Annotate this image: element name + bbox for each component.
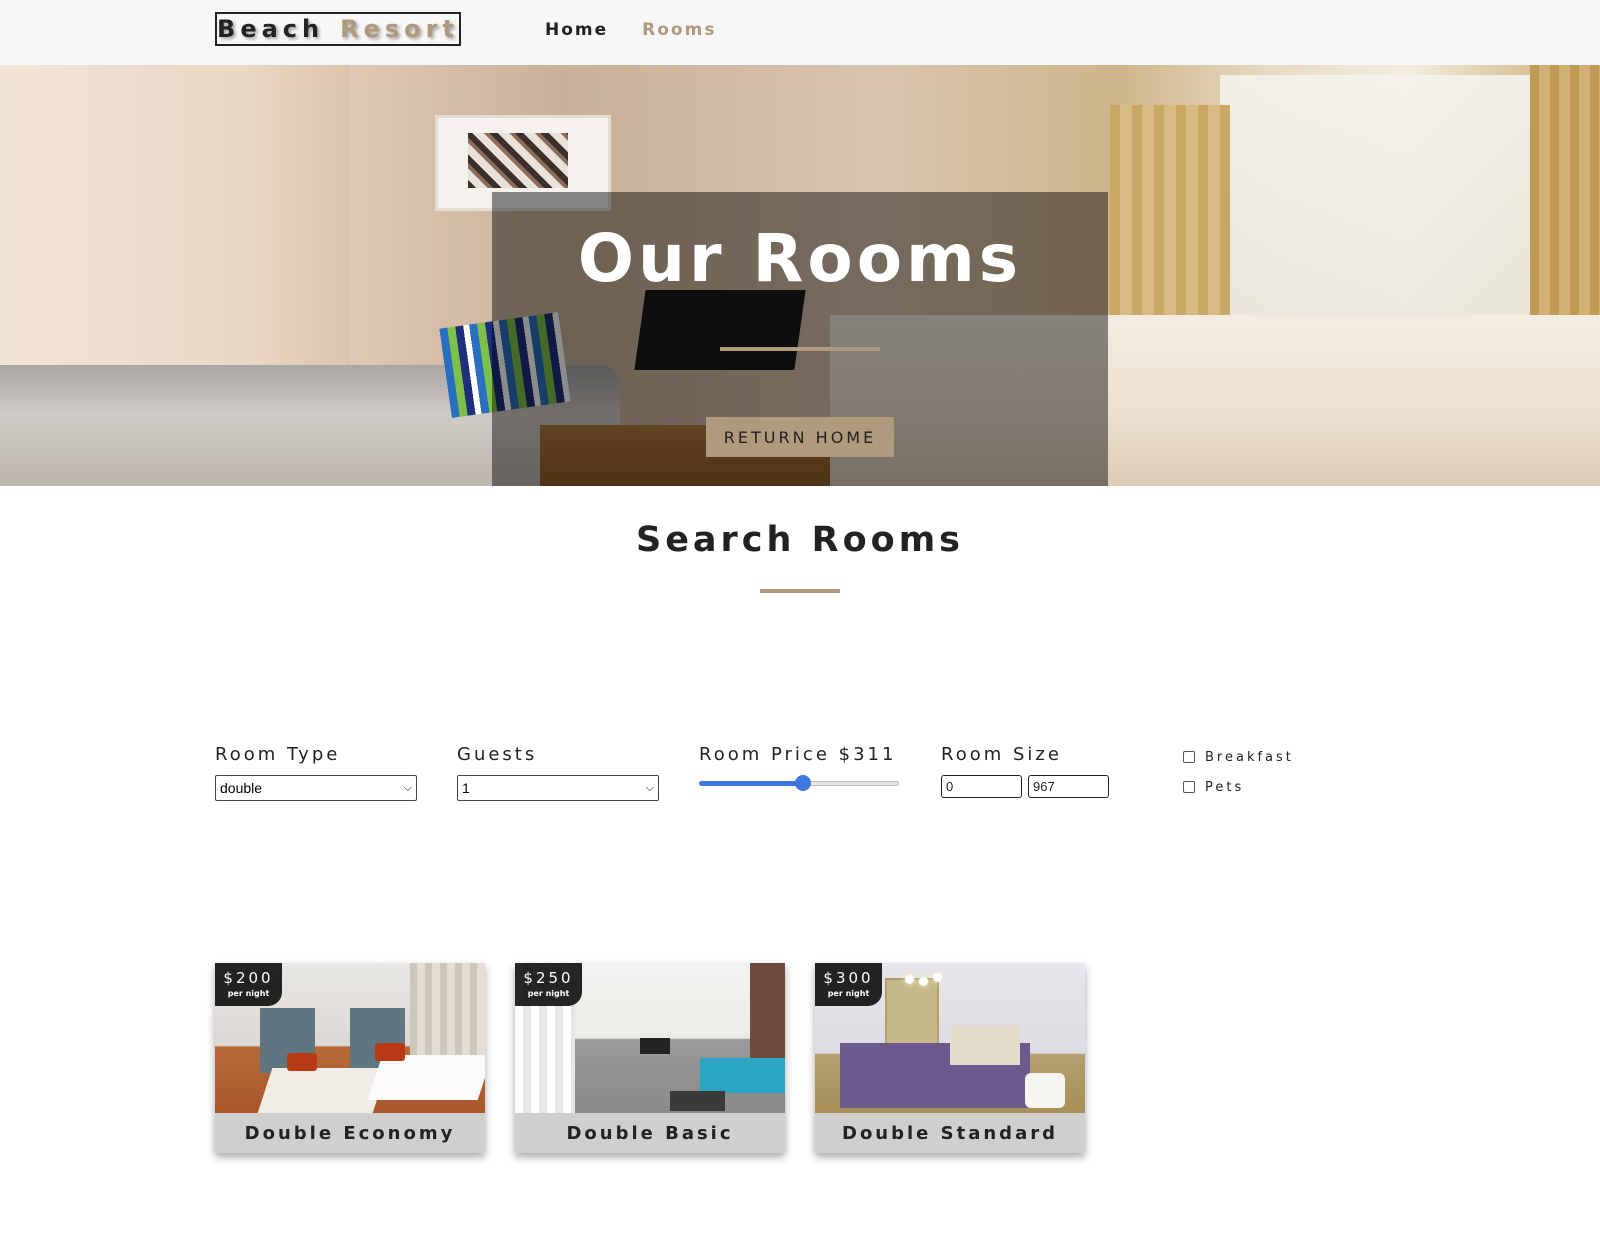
room-size-inputs: 0 967 <box>941 775 1109 798</box>
room-size-min-input[interactable]: 0 <box>941 775 1022 798</box>
hero-title: Our Rooms <box>577 220 1023 297</box>
return-home-label: return home <box>723 427 877 447</box>
slider-thumb[interactable] <box>795 775 811 791</box>
room-type-label: Room Type <box>215 744 341 765</box>
filter-room-size: Room Size 0 967 <box>941 744 1109 798</box>
room-card[interactable]: $200 per night Double Economy <box>215 963 485 1153</box>
search-rooms-title: Search Rooms <box>635 520 965 560</box>
hero-section: Our Rooms return home <box>0 65 1600 486</box>
chevron-down-icon: ⌵ <box>403 781 412 794</box>
breakfast-label: Breakfast <box>1205 749 1294 765</box>
hero-title-underline <box>720 347 880 351</box>
search-title-underline <box>760 589 840 593</box>
guests-select[interactable]: 1 ⌵ <box>457 775 659 801</box>
pets-label: Pets <box>1205 779 1245 795</box>
room-price: $300 <box>823 969 874 987</box>
navbar: Beach Resort Home Rooms <box>0 0 1600 65</box>
pets-checkbox-row[interactable]: Pets <box>1183 778 1294 796</box>
price-badge: $300 per night <box>815 963 882 1006</box>
nav-links: Home Rooms <box>545 20 716 40</box>
room-price: $200 <box>223 969 274 987</box>
room-size-label: Room Size <box>941 744 1062 765</box>
room-name: Double Basic <box>515 1113 785 1153</box>
logo-word-resort: Resort <box>340 15 459 43</box>
logo[interactable]: Beach Resort <box>215 12 461 46</box>
breakfast-checkbox[interactable] <box>1183 751 1195 763</box>
room-price: $250 <box>523 969 574 987</box>
chevron-down-icon: ⌵ <box>645 781 654 794</box>
price-badge: $250 per night <box>515 963 582 1006</box>
return-home-button[interactable]: return home <box>706 417 894 457</box>
room-card[interactable]: $300 per night Double Standard <box>815 963 1085 1153</box>
filter-room-type: Room Type double ⌵ <box>215 744 417 801</box>
filter-room-price: Room Price $311 <box>699 744 899 791</box>
filter-guests: Guests 1 ⌵ <box>457 744 659 801</box>
guests-label: Guests <box>457 744 538 765</box>
room-name: Double Economy <box>215 1113 485 1153</box>
per-night-label: per night <box>827 989 870 998</box>
breakfast-checkbox-row[interactable]: Breakfast <box>1183 748 1294 766</box>
room-price-slider[interactable] <box>699 775 899 791</box>
guests-value: 1 <box>462 780 470 796</box>
slider-fill <box>699 781 803 786</box>
room-card[interactable]: $250 per night Double Basic <box>515 963 785 1153</box>
room-image[interactable]: $300 per night <box>815 963 1085 1113</box>
logo-word-beach: Beach <box>217 15 325 43</box>
room-type-select[interactable]: double ⌵ <box>215 775 417 801</box>
nav-link-rooms[interactable]: Rooms <box>642 20 716 40</box>
room-type-value: double <box>220 780 263 796</box>
room-price-label: Room Price $311 <box>699 744 897 765</box>
rooms-list: $200 per night Double Economy $250 per n… <box>215 963 1085 1153</box>
room-size-max-input[interactable]: 967 <box>1028 775 1109 798</box>
room-name: Double Standard <box>815 1113 1085 1153</box>
room-image[interactable]: $200 per night <box>215 963 485 1113</box>
room-image[interactable]: $250 per night <box>515 963 785 1113</box>
pets-checkbox[interactable] <box>1183 781 1195 793</box>
per-night-label: per night <box>527 989 570 998</box>
hero-banner: Our Rooms return home <box>492 192 1108 486</box>
per-night-label: per night <box>227 989 270 998</box>
price-badge: $200 per night <box>215 963 282 1006</box>
nav-link-home[interactable]: Home <box>545 20 608 40</box>
filter-extras: Breakfast Pets <box>1183 748 1294 808</box>
